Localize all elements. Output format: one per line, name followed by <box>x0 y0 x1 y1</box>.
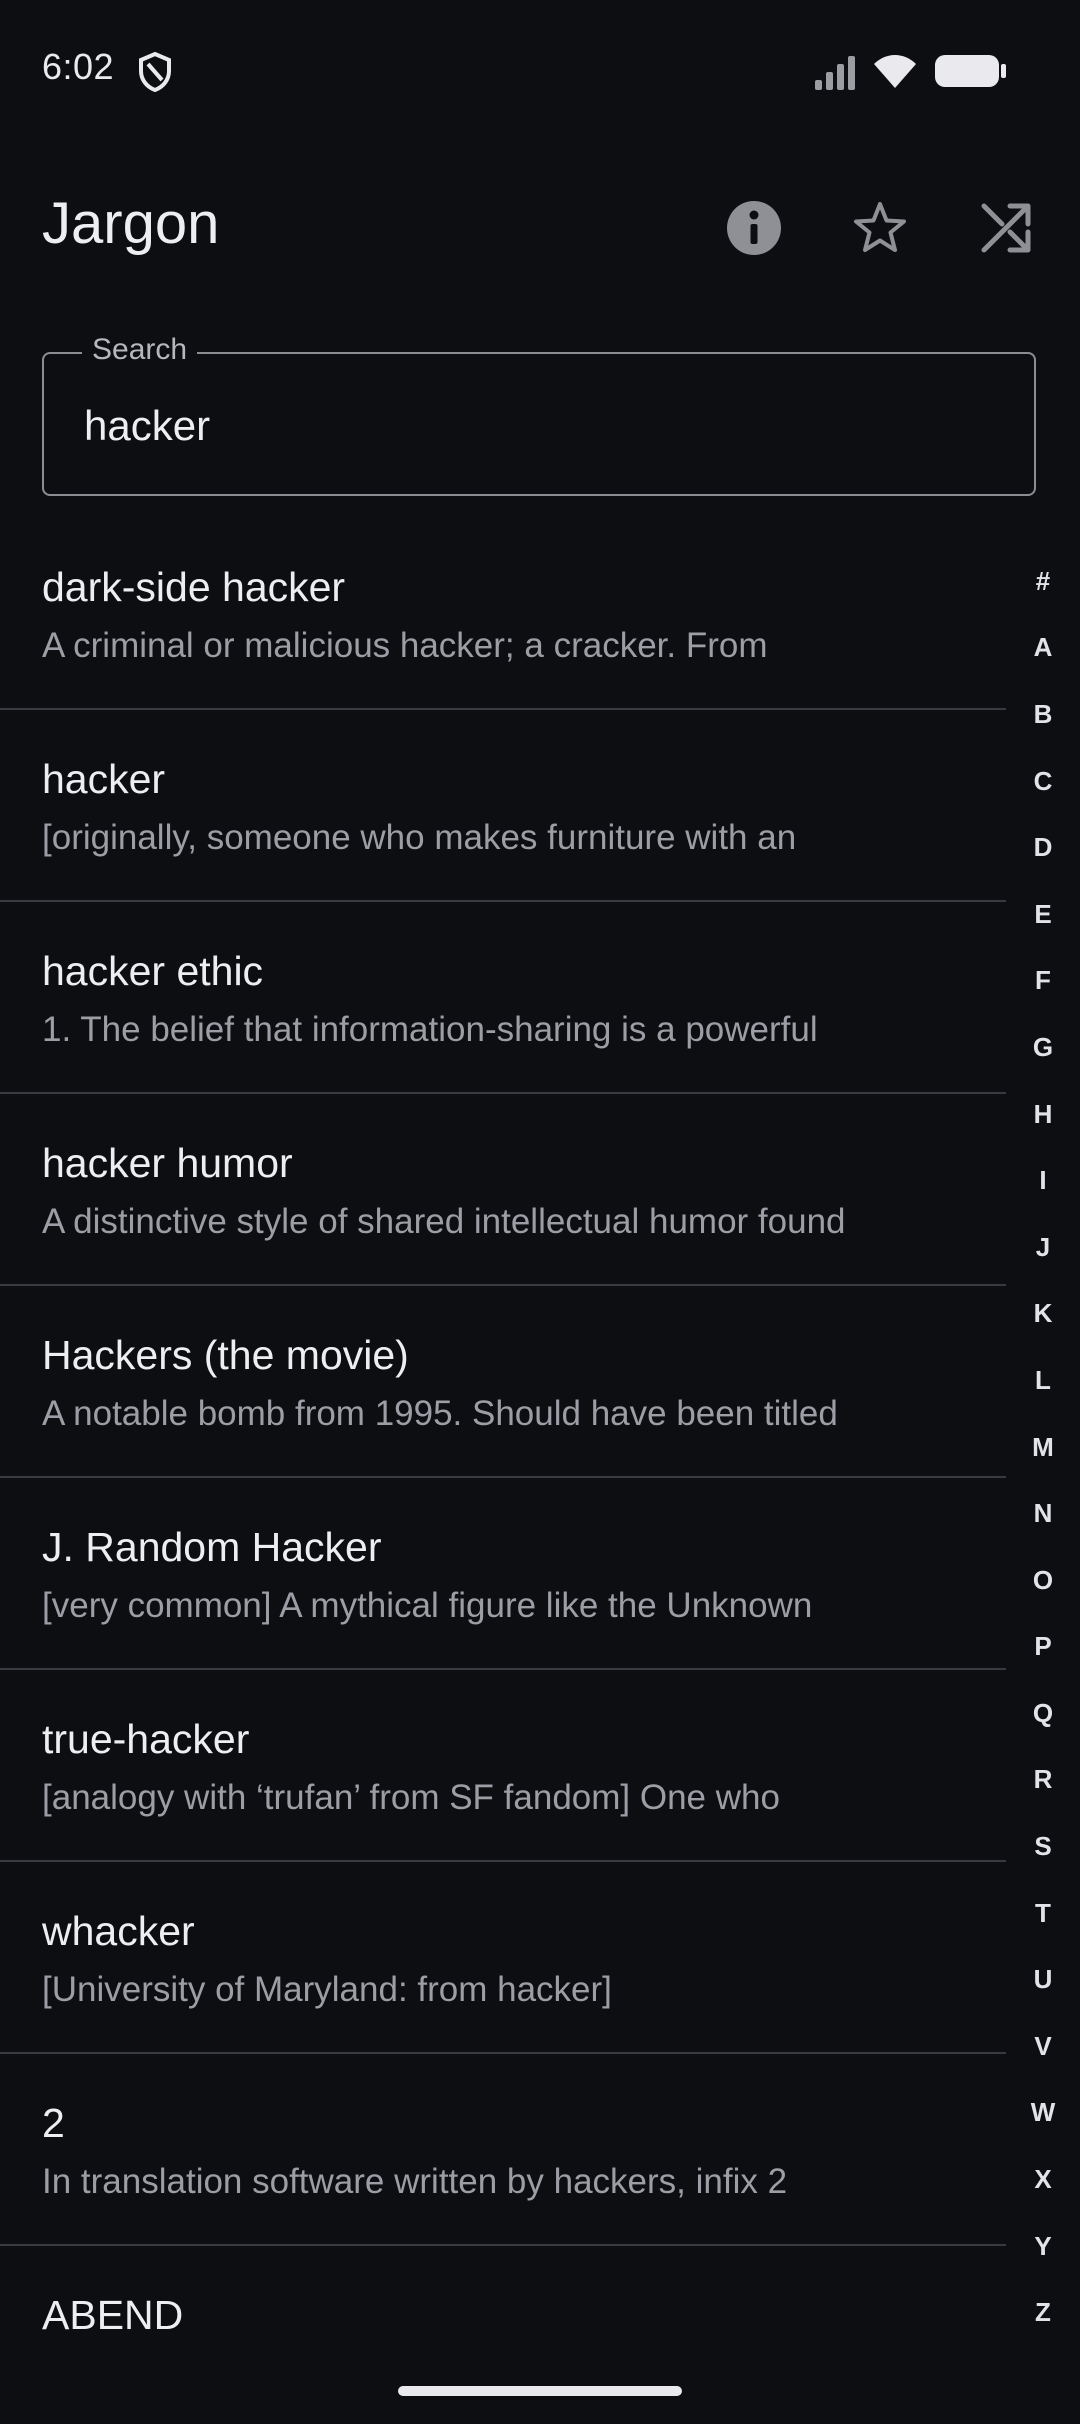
index-letter[interactable]: # <box>1010 548 1076 615</box>
index-letter[interactable]: B <box>1010 681 1076 748</box>
cellular-signal-icon <box>814 54 860 95</box>
index-letter[interactable]: N <box>1010 1480 1076 1547</box>
index-letter[interactable]: G <box>1010 1014 1076 1081</box>
list-item[interactable]: hacker [originally, someone who makes fu… <box>0 710 1006 902</box>
index-letter[interactable]: Z <box>1010 2279 1076 2346</box>
results-list[interactable]: dark-side hacker A criminal or malicious… <box>0 518 1006 2360</box>
index-letter[interactable]: A <box>1010 615 1076 682</box>
app-title: Jargon <box>42 191 220 256</box>
wifi-icon <box>872 50 918 95</box>
entry-snippet: A criminal or malicious hacker; a cracke… <box>42 626 768 665</box>
entry-term: hacker <box>42 756 166 802</box>
shuffle-icon <box>980 202 1032 259</box>
entry-term: hacker ethic <box>42 948 264 994</box>
entry-term: Hackers (the movie) <box>42 1332 409 1378</box>
list-item[interactable]: dark-side hacker A criminal or malicious… <box>0 518 1006 710</box>
index-letter[interactable]: C <box>1010 748 1076 815</box>
entry-snippet: A distinctive style of shared intellectu… <box>42 1202 846 1241</box>
index-letter[interactable]: S <box>1010 1813 1076 1880</box>
index-letter[interactable]: U <box>1010 1946 1076 2013</box>
entry-term: J. Random Hacker <box>42 1524 382 1570</box>
entry-snippet: [originally, someone who makes furniture… <box>42 818 797 857</box>
entry-snippet: [very common] A mythical figure like the… <box>42 1586 813 1625</box>
list-item[interactable]: hacker humor A distinctive style of shar… <box>0 1094 1006 1286</box>
favorites-button[interactable] <box>840 190 920 270</box>
index-letter[interactable]: P <box>1010 1614 1076 1681</box>
entry-term: whacker <box>42 1908 195 1954</box>
entry-snippet: In translation software written by hacke… <box>42 2162 788 2201</box>
index-letter[interactable]: O <box>1010 1547 1076 1614</box>
info-icon <box>726 200 782 261</box>
index-letter[interactable]: D <box>1010 814 1076 881</box>
index-letter[interactable]: M <box>1010 1414 1076 1481</box>
index-letter[interactable]: W <box>1010 2080 1076 2147</box>
index-letter[interactable]: Q <box>1010 1680 1076 1747</box>
status-bar: 6:02 <box>0 0 1080 140</box>
list-item[interactable]: 2 In translation software written by hac… <box>0 2054 1006 2246</box>
entry-term: dark-side hacker <box>42 564 346 610</box>
list-item[interactable]: J. Random Hacker [very common] A mythica… <box>0 1478 1006 1670</box>
index-letter[interactable]: K <box>1010 1281 1076 1348</box>
vpn-shield-icon <box>138 51 172 97</box>
index-letter[interactable]: T <box>1010 1880 1076 1947</box>
status-time: 6:02 <box>42 46 115 87</box>
entry-term: 2 <box>42 2100 65 2146</box>
star-outline-icon <box>852 200 908 261</box>
index-letter[interactable]: E <box>1010 881 1076 948</box>
index-letter[interactable]: Y <box>1010 2213 1076 2280</box>
index-letter[interactable]: F <box>1010 948 1076 1015</box>
shuffle-button[interactable] <box>966 190 1046 270</box>
search-input[interactable] <box>84 398 984 454</box>
list-item[interactable]: Hackers (the movie) A notable bomb from … <box>0 1286 1006 1478</box>
list-item[interactable]: true-hacker [analogy with ‘trufan’ from … <box>0 1670 1006 1862</box>
search-field[interactable] <box>42 352 1036 496</box>
battery-icon <box>934 54 1008 93</box>
list-item[interactable]: hacker ethic 1. The belief that informat… <box>0 902 1006 1094</box>
index-letter[interactable]: V <box>1010 2013 1076 2080</box>
index-letter[interactable]: R <box>1010 1747 1076 1814</box>
info-button[interactable] <box>714 190 794 270</box>
entry-term: hacker humor <box>42 1140 293 1186</box>
alphabet-index[interactable]: # A B C D E F G H I J K L M N O P Q R S T U V W X Y Z <box>1010 548 1076 2346</box>
index-letter[interactable]: H <box>1010 1081 1076 1148</box>
index-letter[interactable]: I <box>1010 1147 1076 1214</box>
index-letter[interactable]: J <box>1010 1214 1076 1281</box>
list-item[interactable]: ABEND <box>0 2246 1006 2360</box>
entry-snippet: [University of Maryland: from hacker] <box>42 1970 612 2009</box>
search-label: Search <box>82 333 198 367</box>
list-item[interactable]: whacker [University of Maryland: from ha… <box>0 1862 1006 2054</box>
entry-snippet: 1. The belief that information-sharing i… <box>42 1010 818 1049</box>
entry-term: ABEND <box>42 2292 184 2338</box>
entry-term: true-hacker <box>42 1716 250 1762</box>
index-letter[interactable]: L <box>1010 1347 1076 1414</box>
entry-snippet: A notable bomb from 1995. Should have be… <box>42 1394 838 1433</box>
index-letter[interactable]: X <box>1010 2146 1076 2213</box>
entry-snippet: [analogy with ‘trufan’ from SF fandom] O… <box>42 1778 780 1817</box>
gesture-handle[interactable] <box>398 2386 682 2396</box>
